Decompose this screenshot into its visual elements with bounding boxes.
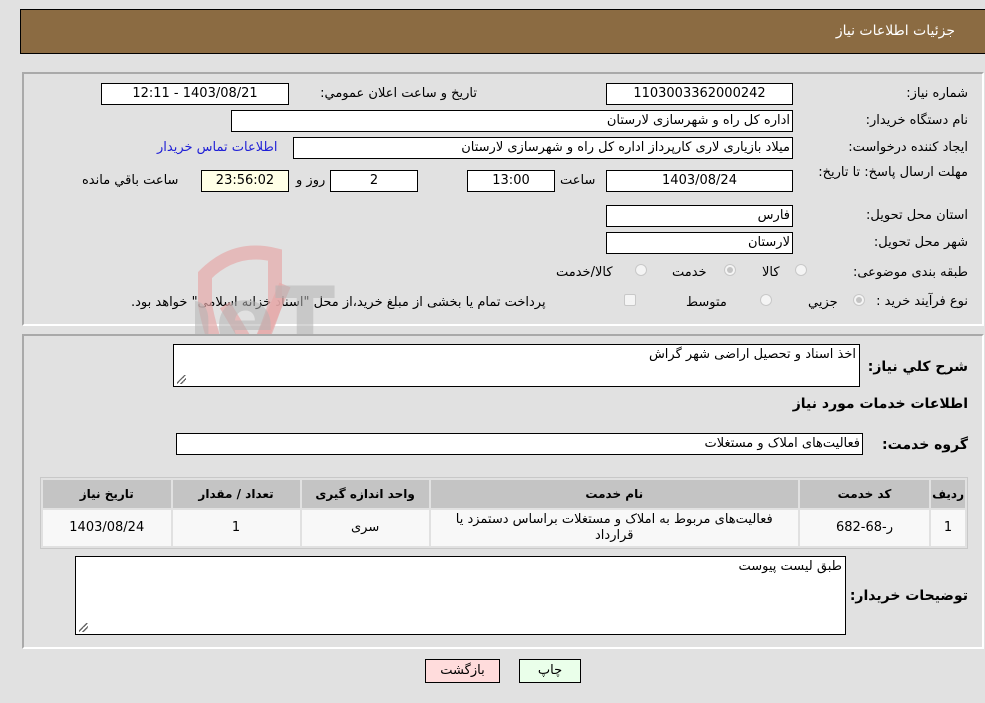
buyer-notes-textarea[interactable]: طبق لیست پیوست bbox=[75, 556, 846, 635]
need-number-label: شماره نیاز: bbox=[906, 86, 968, 101]
back-button[interactable]: بازگشت bbox=[425, 659, 500, 683]
print-button[interactable]: چاپ bbox=[519, 659, 581, 683]
deadline-date-field[interactable]: 1403/08/24 bbox=[606, 170, 793, 192]
col-unit: واحد اندازه گیری bbox=[301, 480, 429, 508]
general-desc-textarea[interactable]: اخذ اسناد و تحصیل اراضی شهر گراش bbox=[173, 344, 860, 387]
cell-service-name: فعالیت‌های مربوط به املاک و مستغلات براس… bbox=[430, 510, 798, 546]
process-option-medium: متوسط bbox=[686, 295, 727, 310]
cell-unit: سری bbox=[301, 510, 429, 546]
need-number-field[interactable]: 1103003362000242 bbox=[606, 83, 793, 105]
province-field[interactable]: فارس bbox=[606, 205, 793, 227]
col-service-code: کد خدمت bbox=[799, 480, 930, 508]
purchase-process-label: نوع فرآیند خرید : bbox=[876, 294, 968, 309]
city-field[interactable]: لارستان bbox=[606, 232, 793, 254]
buyer-contact-link[interactable]: اطلاعات تماس خریدار bbox=[157, 140, 277, 155]
resize-grip-icon[interactable] bbox=[177, 375, 186, 384]
service-group-label: گروه خدمت: bbox=[882, 437, 968, 453]
general-desc-label: شرح کلي نیاز: bbox=[867, 359, 968, 375]
cell-need-date: 1403/08/24 bbox=[43, 510, 171, 546]
treasury-checkbox[interactable] bbox=[624, 294, 636, 306]
cell-row-number: 1 bbox=[931, 510, 965, 546]
process-option-minor: جزيي bbox=[808, 295, 838, 310]
treasury-note: پرداخت تمام یا بخشی از مبلغ خرید،از محل … bbox=[131, 295, 546, 310]
requester-field[interactable]: میلاد بازیاری لاری کارپرداز اداره کل راه… bbox=[293, 137, 793, 159]
buyer-notes-label: توضیحات خریدار: bbox=[849, 588, 968, 604]
table-header-row: ردیف کد خدمت نام خدمت واحد اندازه گیری ت… bbox=[43, 480, 965, 508]
col-need-date: تاریخ نیاز bbox=[43, 480, 171, 508]
col-row-number: ردیف bbox=[931, 480, 965, 508]
service-group-field[interactable]: فعالیت‌های املاک و مستغلات bbox=[176, 433, 863, 455]
days-remaining-field[interactable]: 2 bbox=[330, 170, 418, 192]
buyer-org-field[interactable]: اداره کل راه و شهرسازی لارستان bbox=[231, 110, 793, 132]
deadline-time-label: ساعت bbox=[560, 173, 596, 188]
resize-grip-icon[interactable] bbox=[79, 623, 88, 632]
col-quantity: تعداد / مقدار bbox=[172, 480, 300, 508]
category-option-goods: کالا bbox=[762, 265, 780, 280]
page-title: جزئیات اطلاعات نیاز bbox=[835, 23, 955, 39]
col-service-name: نام خدمت bbox=[430, 480, 798, 508]
deadline-label: مهلت ارسال پاسخ: تا تاریخ: bbox=[818, 165, 968, 180]
city-label: شهر محل تحویل: bbox=[873, 235, 968, 250]
process-radio-medium[interactable] bbox=[760, 294, 772, 306]
category-radio-goods-service[interactable] bbox=[635, 264, 647, 276]
category-option-goods-service: کالا/خدمت bbox=[556, 265, 613, 280]
category-radio-goods[interactable] bbox=[795, 264, 807, 276]
general-desc-text: اخذ اسناد و تحصیل اراضی شهر گراش bbox=[648, 347, 856, 362]
announce-datetime-field[interactable]: 1403/08/21 - 12:11 bbox=[101, 83, 289, 105]
requester-label: ایجاد کننده درخواست: bbox=[848, 140, 968, 155]
time-remaining-field: 23:56:02 bbox=[201, 170, 289, 192]
category-option-service: خدمت bbox=[672, 265, 707, 280]
services-table: ردیف کد خدمت نام خدمت واحد اندازه گیری ت… bbox=[40, 477, 968, 549]
days-label: روز و bbox=[296, 173, 326, 188]
time-remaining-label: ساعت باقي مانده bbox=[82, 173, 179, 188]
cell-quantity: 1 bbox=[172, 510, 300, 546]
buyer-org-label: نام دستگاه خریدار: bbox=[865, 113, 968, 128]
services-section-title: اطلاعات خدمات مورد نیاز bbox=[792, 396, 968, 412]
buyer-notes-text: طبق لیست پیوست bbox=[738, 559, 842, 574]
category-radio-service[interactable] bbox=[724, 264, 736, 276]
announce-datetime-label: تاریخ و ساعت اعلان عمومي: bbox=[320, 86, 477, 101]
table-row: 1 ر-68-682 فعالیت‌های مربوط به املاک و م… bbox=[43, 510, 965, 546]
page-header: جزئیات اطلاعات نیاز bbox=[20, 9, 985, 54]
province-label: استان محل تحویل: bbox=[866, 208, 968, 223]
cell-service-code: ر-68-682 bbox=[799, 510, 930, 546]
category-label: طبقه بندی موضوعی: bbox=[852, 265, 968, 280]
process-radio-minor[interactable] bbox=[853, 294, 865, 306]
deadline-time-field[interactable]: 13:00 bbox=[467, 170, 555, 192]
